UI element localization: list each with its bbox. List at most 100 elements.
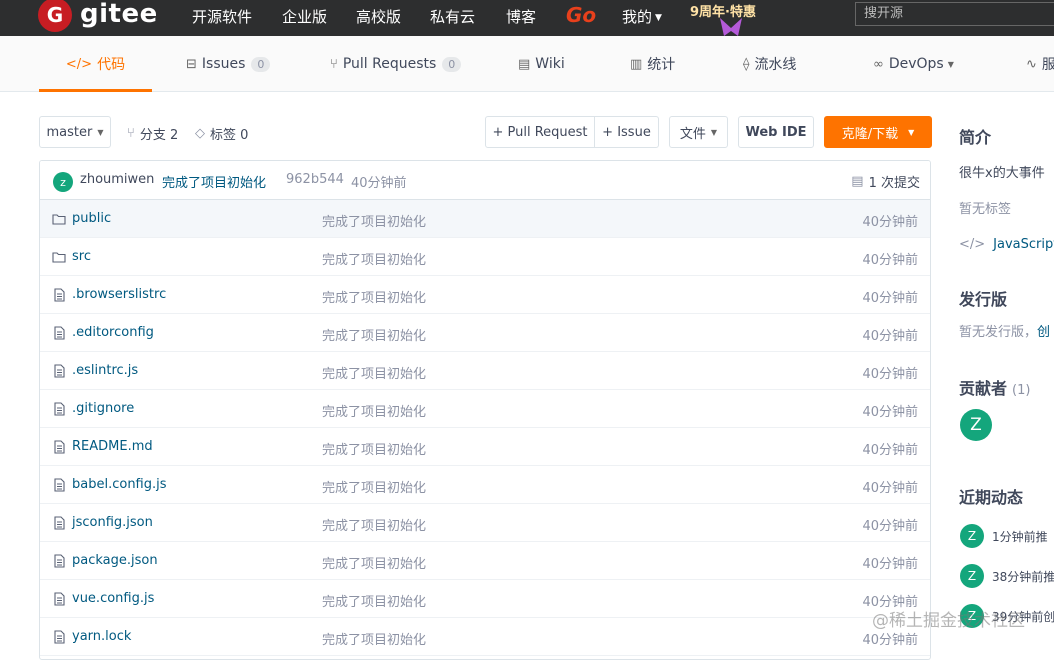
nav-blog[interactable]: 博客 xyxy=(506,6,536,27)
file-commit-time: 40分钟前 xyxy=(862,443,918,458)
tab-statistics[interactable]: ▥ 统计 xyxy=(630,36,675,92)
watermark: @稀土掘金技术社区 xyxy=(872,611,1025,631)
file-commit-time: 40分钟前 xyxy=(862,405,918,420)
commit-author-avatar[interactable]: z xyxy=(53,172,73,192)
release-info: 暂无发行版，创 xyxy=(959,321,1050,340)
repo-tabs: </> 代码 ⊟ Issues 0 ⑂ Pull Requests 0 ▤ Wiki ▥ 统计… xyxy=(0,36,1054,92)
folder-icon xyxy=(52,250,66,264)
file-row[interactable]: vue.config.js 完成了项目初始化 40分钟前 xyxy=(40,580,930,618)
tab-label: Wiki xyxy=(535,56,565,72)
contributor-avatar[interactable]: Z xyxy=(960,409,992,441)
nav-education[interactable]: 高校版 xyxy=(356,6,401,27)
file-commit-time: 40分钟前 xyxy=(862,329,918,344)
file-commit-message[interactable]: 完成了项目初始化 xyxy=(322,287,426,306)
activity-item[interactable]: Z 1分钟前推 xyxy=(960,524,1048,548)
file-name-link[interactable]: .editorconfig xyxy=(72,325,154,340)
file-name-link[interactable]: .browserslistrc xyxy=(72,287,166,302)
tab-service[interactable]: ∿ 服 xyxy=(1026,36,1054,92)
pipeline-icon: ⟠ xyxy=(743,56,750,72)
nav-private-cloud[interactable]: 私有云 xyxy=(430,6,475,27)
file-name-link[interactable]: yarn.lock xyxy=(72,629,131,644)
file-commit-message[interactable]: 完成了项目初始化 xyxy=(322,401,426,420)
activity-text: 38分钟前推 xyxy=(992,569,1054,584)
issue-icon: ⊟ xyxy=(186,56,197,72)
file-name-link[interactable]: .eslintrc.js xyxy=(72,363,138,378)
clone-download-button[interactable]: 克隆/下载 ▼ xyxy=(824,116,932,148)
file-row[interactable]: package.json 完成了项目初始化 40分钟前 xyxy=(40,542,930,580)
release-heading: 发行版 xyxy=(959,290,1008,309)
file-commit-message[interactable]: 完成了项目初始化 xyxy=(322,439,426,458)
tags-link[interactable]: ◇ 标签 0 xyxy=(195,124,248,143)
file-commit-time: 40分钟前 xyxy=(862,633,918,648)
commit-author[interactable]: zhoumiwen xyxy=(80,172,154,187)
tab-devops[interactable]: ∞ DevOps ▼ xyxy=(873,36,959,92)
gitee-logo[interactable]: G gitee xyxy=(38,0,158,36)
branch-select[interactable]: master ▼ xyxy=(39,116,111,148)
file-commit-message[interactable]: 完成了项目初始化 xyxy=(322,553,426,572)
code-icon: </> xyxy=(65,56,93,72)
file-row[interactable]: .browserslistrc 完成了项目初始化 40分钟前 xyxy=(40,276,930,314)
file-menu-label: 文件 xyxy=(679,126,706,142)
create-release-link[interactable]: 创 xyxy=(1037,325,1050,340)
file-name-link[interactable]: vue.config.js xyxy=(72,591,154,606)
file-commit-time: 40分钟前 xyxy=(862,367,918,382)
tab-pull-requests[interactable]: ⑂ Pull Requests 0 xyxy=(330,36,462,92)
nav-mine-dropdown[interactable]: 我的 ▼ xyxy=(622,6,662,27)
file-menu-button[interactable]: 文件 ▼ xyxy=(669,116,728,148)
commit-count: 1 次提交 xyxy=(868,176,920,191)
file-row[interactable]: babel.config.js 完成了项目初始化 40分钟前 xyxy=(40,466,930,504)
bar-chart-icon: ▥ xyxy=(630,56,643,72)
file-name-link[interactable]: .gitignore xyxy=(72,401,134,416)
new-issue-button[interactable]: + Issue xyxy=(594,116,659,148)
file-name-link[interactable]: package.json xyxy=(72,553,158,568)
commit-sha[interactable]: 962b544 xyxy=(286,172,344,187)
file-row[interactable]: public 完成了项目初始化 40分钟前 xyxy=(40,200,930,238)
file-commit-message[interactable]: 完成了项目初始化 xyxy=(322,363,426,382)
nav-open-source[interactable]: 开源软件 xyxy=(192,6,252,27)
caret-down-icon: ▼ xyxy=(947,59,954,69)
file-commit-message[interactable]: 完成了项目初始化 xyxy=(322,477,426,496)
file-commit-message[interactable]: 完成了项目初始化 xyxy=(322,249,426,268)
file-icon xyxy=(52,554,66,568)
file-commit-message[interactable]: 完成了项目初始化 xyxy=(322,211,426,230)
activity-avatar: Z xyxy=(960,564,984,588)
file-row[interactable]: .editorconfig 完成了项目初始化 40分钟前 xyxy=(40,314,930,352)
commit-count-link[interactable]: ▤ 1 次提交 xyxy=(851,172,920,191)
file-name-link[interactable]: babel.config.js xyxy=(72,477,167,492)
web-ide-button[interactable]: Web IDE xyxy=(738,116,814,148)
nav-mine-label: 我的 xyxy=(622,8,653,26)
file-commit-message[interactable]: 完成了项目初始化 xyxy=(322,325,426,344)
file-name-link[interactable]: jsconfig.json xyxy=(72,515,153,530)
search-input[interactable]: 搜开源 xyxy=(855,2,1054,26)
tab-issues[interactable]: ⊟ Issues 0 xyxy=(186,36,271,92)
activity-item[interactable]: Z 38分钟前推 xyxy=(960,564,1054,588)
file-commit-message[interactable]: 完成了项目初始化 xyxy=(322,591,426,610)
language-info[interactable]: </> JavaScript 等 xyxy=(959,233,1054,252)
contributors-title: 贡献者 xyxy=(959,379,1008,398)
file-row[interactable]: yarn.lock 完成了项目初始化 40分钟前 xyxy=(40,618,930,656)
file-commit-message[interactable]: 完成了项目初始化 xyxy=(322,629,426,648)
activity-text: 1分钟前推 xyxy=(992,529,1048,544)
infinity-icon: ∞ xyxy=(873,56,884,72)
tab-pipeline[interactable]: ⟠ 流水线 xyxy=(743,36,796,92)
file-name-link[interactable]: public xyxy=(72,211,111,226)
tab-wiki[interactable]: ▤ Wiki xyxy=(518,36,565,92)
branches-link[interactable]: ⑂ 分支 2 xyxy=(127,124,178,143)
file-row[interactable]: README.md 完成了项目初始化 40分钟前 xyxy=(40,428,930,466)
nav-enterprise[interactable]: 企业版 xyxy=(282,6,327,27)
activity-heading: 近期动态 xyxy=(959,488,1024,507)
file-icon xyxy=(52,630,66,644)
file-row[interactable]: jsconfig.json 完成了项目初始化 40分钟前 xyxy=(40,504,930,542)
pull-request-icon: ⑂ xyxy=(330,56,338,72)
file-row[interactable]: .gitignore 完成了项目初始化 40分钟前 xyxy=(40,390,930,428)
file-name-link[interactable]: src xyxy=(72,249,91,264)
file-row[interactable]: src 完成了项目初始化 40分钟前 xyxy=(40,238,930,276)
file-commit-message[interactable]: 完成了项目初始化 xyxy=(322,515,426,534)
activity-avatar: Z xyxy=(960,524,984,548)
new-pull-request-button[interactable]: + Pull Request xyxy=(485,116,595,148)
tab-code[interactable]: </> 代码 xyxy=(39,36,152,92)
commit-message[interactable]: 完成了项目初始化 xyxy=(162,172,266,191)
file-name-link[interactable]: README.md xyxy=(72,439,153,454)
nav-go[interactable]: Go xyxy=(566,3,596,27)
file-row[interactable]: .eslintrc.js 完成了项目初始化 40分钟前 xyxy=(40,352,930,390)
